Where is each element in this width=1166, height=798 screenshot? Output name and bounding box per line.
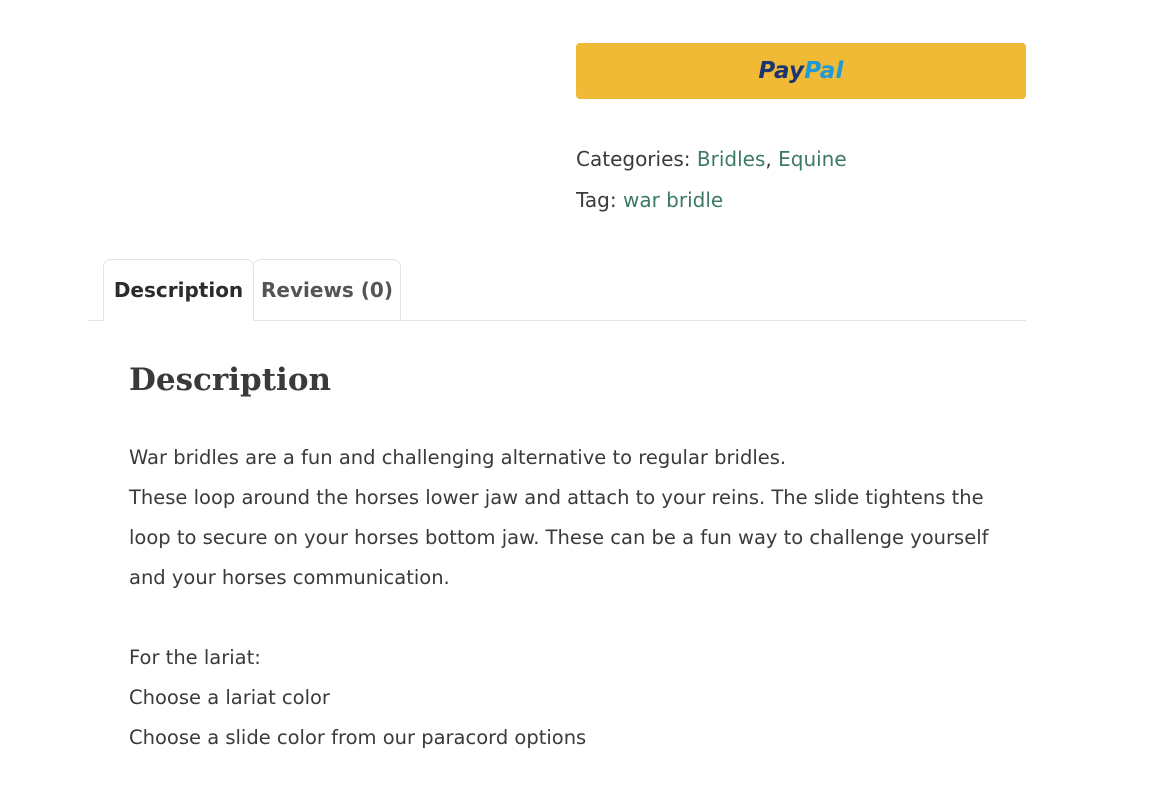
product-categories: Categories: Bridles, Equine — [576, 145, 847, 173]
paypal-button[interactable]: PayPal — [576, 43, 1026, 99]
paypal-logo-pal: Pal — [804, 58, 844, 84]
paypal-logo: PayPal — [758, 58, 843, 84]
description-heading: Description — [129, 362, 332, 398]
lariat-item: Choose a lariat color — [129, 686, 330, 709]
lariat-item: Choose a slide color from our paracord o… — [129, 726, 587, 749]
tab-reviews[interactable]: Reviews (0) — [253, 259, 401, 321]
tab-description[interactable]: Description — [103, 259, 254, 321]
category-link-equine[interactable]: Equine — [778, 147, 847, 171]
categories-label: Categories: — [576, 147, 691, 171]
lariat-heading: For the lariat: — [129, 646, 261, 669]
tag-label: Tag: — [576, 188, 617, 212]
paypal-logo-pay: Pay — [758, 58, 805, 84]
product-tag: Tag: war bridle — [576, 186, 723, 214]
description-intro-line: War bridles are a fun and challenging al… — [129, 446, 787, 469]
category-link-bridles[interactable]: Bridles — [697, 147, 765, 171]
description-paragraph: These loop around the horses lower jaw a… — [129, 486, 989, 589]
category-separator: , — [765, 147, 772, 171]
tag-link-war-bridle[interactable]: war bridle — [623, 188, 723, 212]
description-body: War bridles are a fun and challenging al… — [129, 438, 989, 758]
